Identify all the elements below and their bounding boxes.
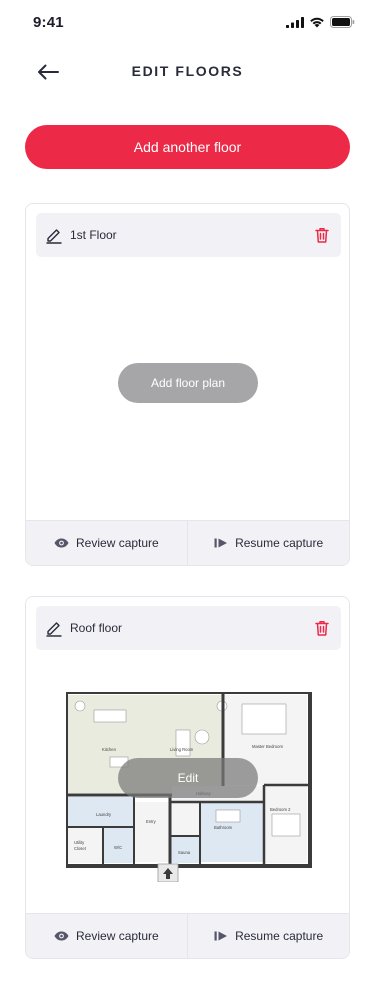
status-icons <box>286 16 355 28</box>
svg-text:Bedroom 2: Bedroom 2 <box>270 807 291 812</box>
svg-text:Living Room: Living Room <box>170 747 194 752</box>
battery-icon <box>330 16 355 28</box>
resume-capture-label: Resume capture <box>235 929 324 943</box>
floor-name[interactable]: Roof floor <box>70 621 122 635</box>
floor-plan-area: Add floor plan <box>26 257 349 521</box>
card-footer: Review capture Resume capture <box>26 520 349 565</box>
add-floor-button[interactable]: Add another floor <box>25 125 350 169</box>
add-floor-plan-button[interactable]: Add floor plan <box>118 363 258 403</box>
card-footer: Review capture Resume capture <box>26 913 349 958</box>
pencil-icon[interactable] <box>45 619 63 637</box>
resume-capture-button[interactable]: Resume capture <box>188 521 349 565</box>
edit-floor-plan-button[interactable]: Edit <box>118 758 258 798</box>
floor-header: Roof floor <box>36 606 341 650</box>
svg-text:Utility: Utility <box>74 840 85 845</box>
floor-card: 1st Floor Add floor plan Review capture … <box>25 203 350 566</box>
svg-text:Master Bedroom: Master Bedroom <box>252 744 283 749</box>
svg-text:Entry: Entry <box>146 819 157 824</box>
status-bar: 9:41 <box>0 0 375 44</box>
svg-text:Sauna: Sauna <box>178 850 191 855</box>
page-title: EDIT FLOORS <box>131 63 244 79</box>
svg-text:Closet: Closet <box>74 846 87 851</box>
resume-capture-button[interactable]: Resume capture <box>188 914 349 958</box>
floor-header: 1st Floor <box>36 213 341 257</box>
trash-icon[interactable] <box>313 226 331 244</box>
svg-text:Kitchen: Kitchen <box>102 747 117 752</box>
status-time: 9:41 <box>33 14 64 31</box>
signal-icon <box>286 16 304 28</box>
wifi-icon <box>310 17 324 28</box>
review-capture-button[interactable]: Review capture <box>26 914 187 958</box>
floor-name[interactable]: 1st Floor <box>70 228 117 242</box>
svg-text:Laundry: Laundry <box>96 812 112 817</box>
review-capture-label: Review capture <box>76 929 159 943</box>
review-capture-button[interactable]: Review capture <box>26 521 187 565</box>
floor-card: Roof floor Kitchen Living Room Master Be… <box>25 596 350 959</box>
pencil-icon[interactable] <box>45 226 63 244</box>
trash-icon[interactable] <box>313 619 331 637</box>
eye-icon <box>54 538 69 548</box>
eye-icon <box>54 931 69 941</box>
svg-text:W/C: W/C <box>114 845 122 850</box>
resume-play-icon <box>214 931 228 941</box>
review-capture-label: Review capture <box>76 536 159 550</box>
svg-text:Bathroom: Bathroom <box>214 825 233 830</box>
resume-capture-label: Resume capture <box>235 536 324 550</box>
resume-play-icon <box>214 538 228 548</box>
nav-header: EDIT FLOORS <box>0 52 375 92</box>
floor-plan-area: Kitchen Living Room Master Bedroom Hallw… <box>26 650 349 914</box>
